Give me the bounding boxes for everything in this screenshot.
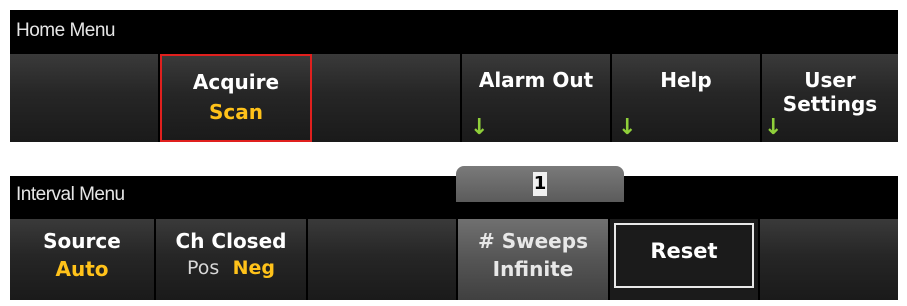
source-softkey[interactable]: Source Auto — [10, 219, 156, 300]
softkey-label: Help — [660, 68, 712, 92]
softkey-label: # Sweeps — [478, 229, 588, 253]
softkey-row: Source Auto Ch Closed Pos Neg # Sweeps I… — [10, 219, 898, 300]
help-softkey[interactable]: Help ↓ — [612, 54, 762, 142]
softkey-value: Scan — [209, 100, 263, 124]
down-arrow-icon: ↓ — [470, 115, 489, 140]
interval-menu-panel: Interval Menu 1 Source Auto Ch Closed Po… — [10, 166, 898, 300]
reset-softkey[interactable]: Reset — [610, 219, 760, 300]
menu-title: Home Menu — [16, 20, 116, 41]
softkey-value: Infinite — [492, 257, 574, 281]
softkey-6-blank[interactable] — [760, 219, 898, 300]
softkey-1-blank[interactable] — [10, 54, 160, 142]
option-pos: Pos — [187, 257, 220, 279]
down-arrow-icon: ↓ — [764, 115, 783, 140]
ch-closed-softkey[interactable]: Ch Closed Pos Neg — [156, 219, 308, 300]
sweeps-softkey[interactable]: # Sweeps Infinite — [458, 219, 610, 300]
softkey-label: Source — [43, 229, 121, 253]
softkey-label: Alarm Out — [478, 68, 594, 92]
softkey-row: Acquire Scan Alarm Out ↓ Help ↓ User Set… — [10, 54, 898, 142]
softkey-3-blank[interactable] — [308, 219, 458, 300]
softkey-label-line2: Settings — [782, 92, 878, 116]
value-entry-field[interactable]: 1 — [533, 172, 547, 196]
value-entry-tab: 1 — [456, 166, 624, 202]
softkey-label: Ch Closed — [175, 229, 287, 253]
home-menu-panel: Home Menu Acquire Scan Alarm Out ↓ Help … — [10, 10, 898, 142]
softkey-3-blank[interactable] — [312, 54, 462, 142]
down-arrow-icon: ↓ — [618, 115, 637, 140]
acquire-softkey[interactable]: Acquire Scan — [160, 54, 312, 142]
user-settings-softkey[interactable]: User Settings ↓ — [762, 54, 898, 142]
option-neg-selected: Neg — [232, 257, 275, 279]
softkey-label: User — [804, 68, 856, 92]
softkey-label: Acquire — [192, 70, 280, 94]
softkey-value: Auto — [55, 257, 109, 281]
menu-title: Interval Menu — [16, 184, 125, 205]
alarm-out-softkey[interactable]: Alarm Out ↓ — [462, 54, 612, 142]
reset-button[interactable]: Reset — [614, 223, 754, 288]
